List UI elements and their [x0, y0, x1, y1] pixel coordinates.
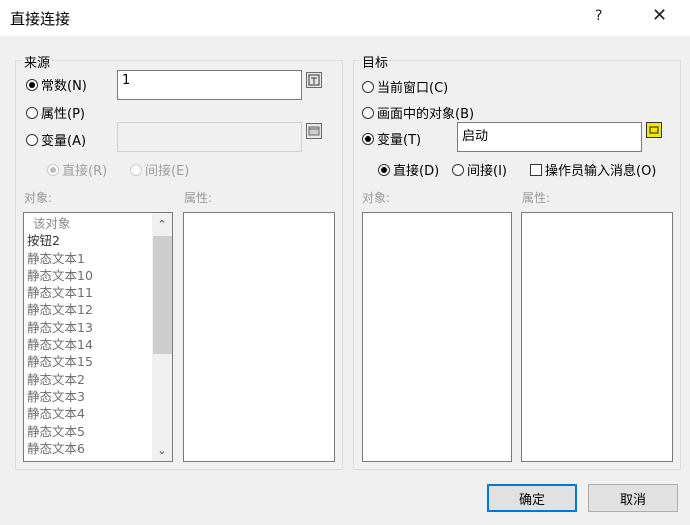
source-variable-label: 变量(A) — [41, 134, 87, 149]
radio-indicator — [26, 133, 38, 146]
source-indirect-radio[interactable]: 间接(E) — [130, 160, 189, 179]
source-direct-radio[interactable]: 直接(R) — [47, 160, 107, 179]
radio-indicator — [26, 78, 38, 91]
source-indirect-label: 间接(E) — [145, 164, 190, 179]
list-item[interactable]: 该对象 — [27, 215, 150, 232]
radio-indicator — [378, 163, 390, 176]
source-variable-input[interactable] — [117, 122, 302, 152]
scroll-down-icon[interactable]: ⌄ — [152, 441, 172, 459]
source-constant-browse-button[interactable] — [306, 72, 322, 88]
radio-indicator — [362, 106, 374, 119]
scroll-thumb[interactable] — [153, 236, 172, 354]
dialog-title: 直接连接 — [10, 10, 71, 28]
radio-indicator — [452, 163, 464, 176]
target-group-title: 目标 — [360, 52, 391, 71]
list-item[interactable]: 静态文本6 — [27, 440, 150, 457]
tag-browse-icon — [649, 126, 659, 134]
target-variable-radio[interactable]: 变量(T) — [362, 129, 421, 148]
source-object-scrollbar[interactable]: ⌃ ⌄ — [152, 213, 172, 461]
radio-indicator — [362, 132, 374, 145]
source-property-radio[interactable]: 属性(P) — [26, 103, 85, 122]
target-operator-msg-label: 操作员输入消息(O) — [545, 164, 657, 179]
function-icon — [308, 74, 320, 86]
target-current-window-radio[interactable]: 当前窗口(C) — [362, 77, 448, 96]
target-object-label: 对象: — [362, 191, 391, 205]
list-item[interactable]: 静态文本5 — [27, 423, 150, 440]
radio-indicator — [362, 80, 374, 93]
source-property-label: 属性(P) — [41, 107, 85, 122]
help-button[interactable]: ? — [595, 8, 602, 24]
source-direct-label: 直接(R) — [62, 164, 108, 179]
source-variable-radio[interactable]: 变量(A) — [26, 130, 86, 149]
source-property-list-label: 属性: — [184, 191, 213, 205]
scroll-up-icon[interactable]: ⌃ — [152, 215, 172, 233]
list-item[interactable]: 静态文本11 — [27, 284, 150, 301]
source-object-list[interactable]: 该对象 按钮2 静态文本1 静态文本10 静态文本11 静态文本12 静态文本13 静态文本1… — [23, 212, 173, 462]
source-property-list[interactable] — [183, 212, 335, 462]
target-operator-msg-checkbox[interactable]: 操作员输入消息(O) — [530, 160, 656, 179]
list-item[interactable]: 静态文本1 — [27, 250, 150, 267]
target-property-list-label: 属性: — [522, 191, 551, 205]
source-object-label: 对象: — [24, 191, 53, 205]
target-direct-label: 直接(D) — [393, 164, 440, 179]
radio-indicator — [26, 106, 38, 119]
source-variable-browse-button[interactable] — [306, 123, 322, 139]
close-button[interactable]: ✕ — [652, 5, 667, 26]
list-item[interactable]: 静态文本3 — [27, 388, 150, 405]
cancel-button[interactable]: 取消 — [588, 484, 678, 512]
target-object-in-screen-radio[interactable]: 画面中的对象(B) — [362, 103, 474, 122]
source-constant-radio[interactable]: 常数(N) — [26, 75, 87, 94]
target-current-window-label: 当前窗口(C) — [377, 81, 449, 96]
target-variable-input[interactable]: 启动 — [457, 122, 642, 152]
list-item[interactable]: 静态文本2 — [27, 371, 150, 388]
target-object-in-screen-label: 画面中的对象(B) — [377, 107, 475, 122]
checkbox-indicator — [530, 163, 542, 176]
target-indirect-radio[interactable]: 间接(I) — [452, 160, 507, 179]
target-property-list[interactable] — [521, 212, 673, 462]
target-direct-radio[interactable]: 直接(D) — [378, 160, 439, 179]
source-constant-label: 常数(N) — [41, 79, 87, 94]
target-variable-label: 变量(T) — [377, 133, 422, 148]
source-object-items: 该对象 按钮2 静态文本1 静态文本10 静态文本11 静态文本12 静态文本13 静态文本1… — [27, 215, 150, 457]
radio-indicator — [47, 163, 59, 176]
list-item[interactable]: 静态文本15 — [27, 353, 150, 370]
list-item[interactable]: 静态文本4 — [27, 405, 150, 422]
ok-button[interactable]: 确定 — [487, 484, 577, 512]
tag-browse-icon — [308, 126, 320, 136]
list-item[interactable]: 静态文本12 — [27, 301, 150, 318]
radio-indicator — [130, 163, 142, 176]
title-bar: 直接连接 ? ✕ — [0, 0, 690, 36]
target-indirect-label: 间接(I) — [467, 164, 507, 179]
list-item[interactable]: 静态文本14 — [27, 336, 150, 353]
source-group-title: 来源 — [22, 52, 53, 71]
target-object-list[interactable] — [362, 212, 512, 462]
source-constant-input[interactable]: 1 — [117, 70, 302, 100]
list-item[interactable]: 按钮2 — [27, 232, 150, 249]
list-item[interactable]: 静态文本13 — [27, 319, 150, 336]
target-variable-browse-button[interactable] — [646, 122, 662, 138]
list-item[interactable]: 静态文本10 — [27, 267, 150, 284]
